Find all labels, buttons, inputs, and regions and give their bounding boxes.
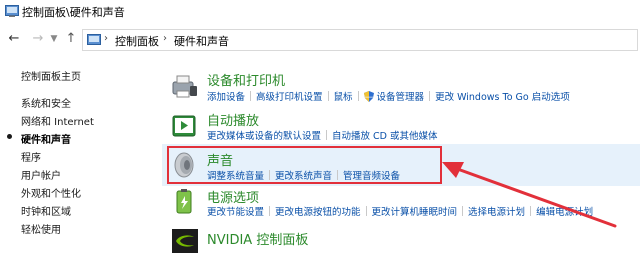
printer-icon [172, 75, 197, 98]
link-separator [357, 91, 359, 101]
left-navigation-pane: 控制面板主页 系统和安全 网络和 Internet 硬件和声音 程序 用户帐户 … [0, 56, 160, 263]
up-arrow-icon[interactable]: ↑ [63, 30, 79, 48]
change-media-defaults-link[interactable]: 更改媒体或设备的默认设置 [207, 128, 321, 142]
breadcrumb-control-panel[interactable]: 控制面板 [115, 33, 159, 49]
sidebar-item-ease-of-access[interactable]: 轻松使用 [21, 221, 61, 236]
shield-icon [363, 90, 374, 102]
autoplay-icon [172, 115, 196, 137]
link-separator [365, 206, 367, 216]
chevron-right-icon: › [163, 33, 167, 44]
link-separator [429, 91, 431, 101]
address-bar[interactable]: › 控制面板 › 硬件和声音 [82, 29, 638, 51]
sidebar-item-appearance[interactable]: 外观和个性化 [21, 185, 81, 200]
power-options-icon [176, 189, 192, 214]
chevron-down-icon[interactable]: ▼ [49, 30, 59, 48]
control-panel-icon [87, 34, 101, 45]
sidebar-item-network[interactable]: 网络和 Internet [21, 113, 94, 128]
chevron-right-icon: › [104, 33, 108, 44]
device-manager-link[interactable]: 设备管理器 [377, 89, 425, 103]
navigation-bar: ← → ▼ ↑ › 控制面板 › 硬件和声音 [0, 24, 640, 56]
current-item-bullet [7, 134, 12, 139]
link-separator [250, 91, 252, 101]
mouse-link[interactable]: 鼠标 [334, 89, 353, 103]
nvidia-icon [172, 229, 198, 253]
annotation-arrow [442, 162, 617, 228]
autoplay-cd-link[interactable]: 自动播放 CD 或其他媒体 [332, 128, 438, 142]
sidebar-item-system-security[interactable]: 系统和安全 [21, 95, 71, 110]
link-separator [269, 206, 271, 216]
sidebar-item-hardware-sound: 硬件和声音 [21, 135, 71, 146]
category-title[interactable]: 设备和打印机 [207, 70, 285, 89]
change-power-buttons-link[interactable]: 更改电源按钮的功能 [275, 204, 361, 218]
back-arrow-icon[interactable]: ← [6, 30, 22, 48]
category-title[interactable]: 自动播放 [207, 110, 259, 129]
link-separator [327, 91, 329, 101]
control-panel-icon [5, 5, 19, 17]
category-links: 添加设备 高级打印机设置 鼠标 设备管理器 更改 Windows To Go 启… [207, 89, 570, 103]
sidebar-item-clock-region[interactable]: 时钟和区域 [21, 203, 71, 218]
add-device-link[interactable]: 添加设备 [207, 89, 245, 103]
annotation-highlight-box [167, 146, 442, 184]
windows-to-go-link[interactable]: 更改 Windows To Go 启动选项 [435, 89, 570, 103]
change-battery-settings-link[interactable]: 更改节能设置 [207, 204, 264, 218]
breadcrumb-hardware-sound[interactable]: 硬件和声音 [174, 33, 229, 49]
link-separator [326, 130, 328, 140]
sidebar-item-user-accounts[interactable]: 用户帐户 [21, 167, 61, 182]
category-links: 更改媒体或设备的默认设置 自动播放 CD 或其他媒体 [207, 128, 438, 142]
window-title: 控制面板\硬件和声音 [22, 6, 125, 19]
control-panel-home-link[interactable]: 控制面板主页 [21, 68, 81, 83]
title-bar: 控制面板\硬件和声音 [0, 0, 640, 24]
forward-arrow-icon[interactable]: → [30, 30, 46, 48]
sidebar-item-programs[interactable]: 程序 [21, 149, 41, 164]
advanced-printer-setup-link[interactable]: 高级打印机设置 [256, 89, 323, 103]
category-title[interactable]: NVIDIA 控制面板 [207, 229, 308, 248]
